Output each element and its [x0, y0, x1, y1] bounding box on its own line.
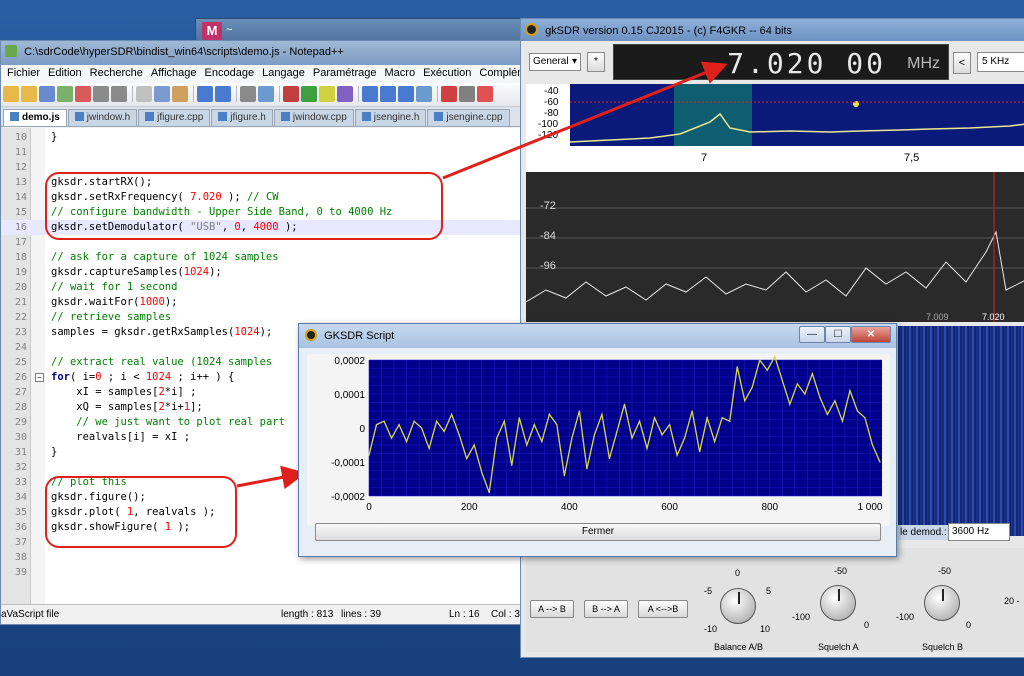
x-tick-label: 400 — [561, 502, 578, 513]
series-point — [684, 437, 686, 439]
series-point — [368, 454, 370, 456]
series-point — [496, 437, 498, 439]
series-point — [849, 390, 851, 392]
y-tick-label: 0,0001 — [334, 390, 365, 401]
series-point — [721, 417, 723, 419]
series-point — [804, 393, 806, 395]
x-tick-label: 200 — [461, 502, 478, 513]
series-point — [789, 403, 791, 405]
series-point — [548, 413, 550, 415]
series-point — [556, 424, 558, 426]
series-point — [706, 417, 708, 419]
series-point — [676, 454, 678, 456]
series-point — [819, 396, 821, 398]
y-tick-label: -0,0001 — [331, 458, 365, 469]
minimize-button[interactable]: — — [799, 326, 825, 343]
series-point — [466, 458, 468, 460]
series-point — [608, 458, 611, 460]
x-tick-label: 1 000 — [857, 502, 882, 513]
series-point — [421, 427, 423, 429]
series-point — [631, 437, 633, 439]
series-point — [864, 417, 866, 419]
series-point — [586, 468, 588, 470]
series-point — [451, 413, 453, 415]
series-point — [623, 403, 626, 405]
series-point — [601, 413, 603, 415]
series-point — [811, 373, 813, 375]
series-point — [668, 424, 671, 426]
series-point — [616, 430, 618, 432]
series-point — [518, 417, 520, 419]
gksdr-app-icon — [305, 329, 317, 341]
series-point — [390, 437, 393, 439]
series-point — [526, 444, 528, 446]
script-title-bar[interactable]: GKSDR Script — ☐ ✕ — [299, 324, 896, 348]
series-point — [375, 424, 378, 426]
y-tick-label: 0 — [359, 424, 365, 435]
series-point — [578, 410, 581, 412]
series-point — [826, 413, 828, 415]
fermer-button[interactable]: Fermer — [315, 523, 881, 541]
maximize-button[interactable]: ☐ — [825, 326, 851, 343]
series-point — [751, 386, 753, 388]
series-point — [458, 434, 460, 436]
series-point — [383, 420, 385, 422]
series-point — [413, 420, 415, 422]
series-point — [736, 366, 738, 368]
series-point — [796, 383, 798, 385]
x-tick-label: 800 — [761, 502, 778, 513]
series-point — [699, 451, 701, 453]
close-button[interactable]: ✕ — [851, 326, 891, 343]
plot-area: 0,0002 0,0001 0 -0,0001 -0,0002 0 200 400 600 800… — [307, 354, 890, 526]
series-point — [503, 420, 505, 422]
series-point — [759, 359, 761, 361]
series-point — [714, 441, 716, 443]
series-point — [638, 420, 641, 422]
plot-chart[interactable]: 0,00020,00010-0,0001-0,00020 200 400 600 800… — [307, 354, 890, 526]
series-point — [661, 434, 663, 436]
series-point — [436, 420, 438, 422]
series-point — [398, 424, 400, 426]
series-point — [428, 447, 430, 449]
series-point — [481, 471, 483, 473]
series-point — [541, 441, 543, 443]
series-point — [488, 492, 490, 494]
x-tick-label: 0 — [366, 502, 372, 513]
series-point — [781, 379, 783, 381]
series-point — [766, 369, 768, 371]
x-tick-label: 600 — [661, 502, 678, 513]
series-point — [834, 400, 836, 402]
series-point — [841, 420, 844, 422]
series-point — [571, 437, 573, 439]
series-point — [646, 447, 648, 449]
series-point — [774, 356, 776, 358]
series-point — [443, 430, 445, 432]
series-point — [593, 434, 596, 436]
series-point — [405, 441, 408, 443]
script-title: GKSDR Script — [324, 330, 395, 342]
y-tick-label: 0,0002 — [334, 356, 365, 367]
series-point — [879, 461, 881, 463]
series-point — [744, 400, 746, 402]
series-point — [511, 464, 513, 466]
series-point — [729, 420, 731, 422]
series-point — [533, 424, 535, 426]
script-dialog: GKSDR Script — ☐ ✕ 0,0002 0,0001 0 -0,0001 -… — [298, 323, 897, 557]
series-point — [871, 444, 874, 446]
series-point — [856, 410, 859, 412]
series-point — [563, 475, 565, 477]
series-point — [653, 417, 656, 419]
y-tick-label: -0,0002 — [331, 492, 365, 503]
series-point — [691, 410, 693, 412]
series-point — [473, 444, 475, 446]
